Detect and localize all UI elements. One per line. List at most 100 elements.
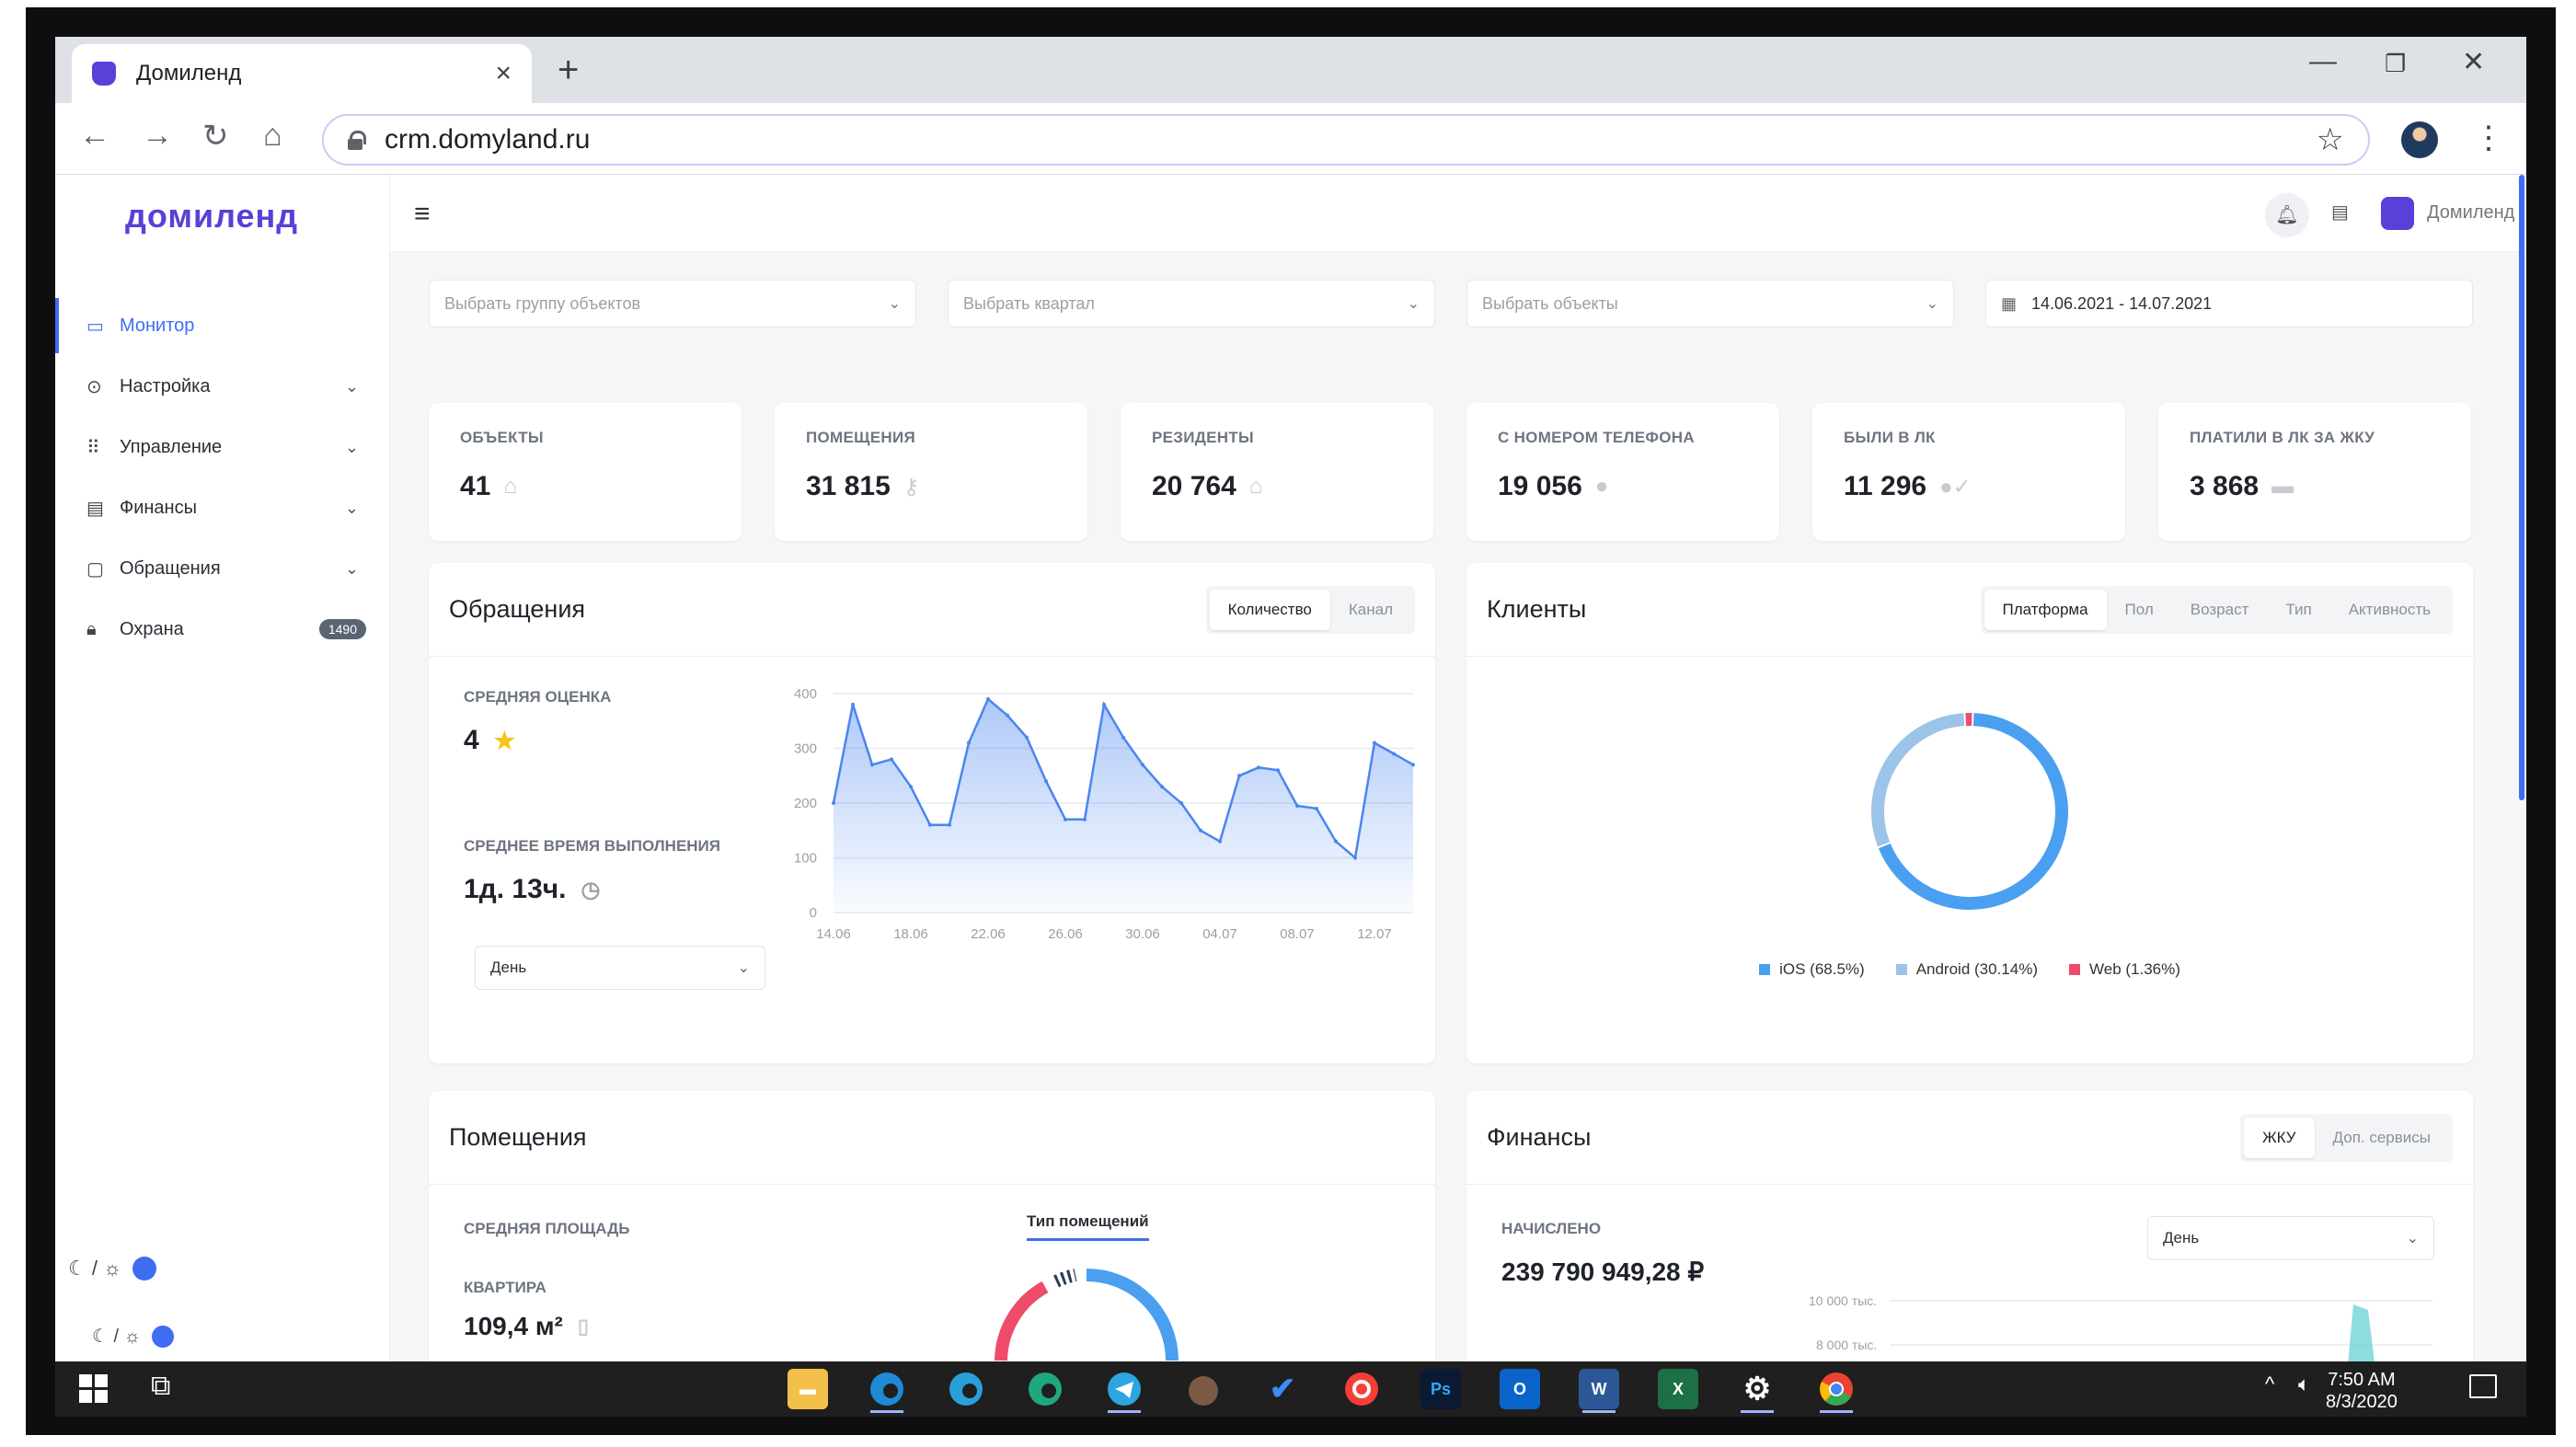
todo-check-icon[interactable]: ✔ <box>1262 1369 1303 1409</box>
taskbar-clock[interactable]: 7:50 AM 8/3/2020 <box>2326 1369 2398 1413</box>
browser-menu-icon[interactable]: ⋮ <box>2473 120 2504 156</box>
data-point[interactable] <box>928 822 932 827</box>
data-point[interactable] <box>1199 828 1202 833</box>
data-point[interactable] <box>890 757 893 762</box>
stat-card-objects[interactable]: Объекты 41 ⌂ <box>429 403 742 541</box>
data-point[interactable] <box>1315 806 1318 810</box>
excel-icon[interactable]: X <box>1658 1369 1698 1409</box>
sidebar-item-requests[interactable]: ▢ Обращения ⌄ <box>55 541 390 596</box>
data-point[interactable] <box>832 801 835 805</box>
tab-count[interactable]: Количество <box>1209 589 1330 630</box>
back-icon[interactable]: ← <box>79 118 110 154</box>
stat-card-premises[interactable]: Помещения 31 815 ⚷ <box>775 403 1087 541</box>
data-point[interactable] <box>1411 763 1415 767</box>
data-point[interactable] <box>851 702 855 706</box>
url-text[interactable]: crm.domyland.ru <box>385 124 2317 155</box>
data-point[interactable] <box>1237 774 1241 778</box>
date-range-picker[interactable]: ▦ 14.06.2021 - 14.07.2021 <box>1985 280 2473 327</box>
chrome-icon[interactable] <box>1816 1369 1857 1413</box>
card-icon[interactable]: ▤ <box>2331 201 2349 224</box>
data-point[interactable] <box>1102 702 1106 706</box>
sidebar-item-management[interactable]: ⠿ Управление ⌄ <box>55 419 390 475</box>
data-point[interactable] <box>1044 779 1048 784</box>
tab-premises-type[interactable]: Тип помещений <box>1027 1212 1149 1241</box>
home-icon[interactable]: ⌂ <box>263 118 282 154</box>
donut-slice-android[interactable] <box>1871 713 1965 847</box>
user-name[interactable]: Домиленд <box>2427 202 2514 224</box>
legend-item-android[interactable]: Android (30.14%) <box>1895 960 2038 979</box>
new-tab-button[interactable]: + <box>558 50 579 91</box>
photoshop-icon[interactable]: Ps <box>1420 1369 1461 1409</box>
edge-icon[interactable] <box>867 1369 907 1413</box>
bookmark-star-icon[interactable]: ☆ <box>2317 121 2344 158</box>
data-point[interactable] <box>1083 817 1087 821</box>
tab-channel[interactable]: Канал <box>1330 590 1411 630</box>
notification-center-icon[interactable] <box>2469 1374 2497 1398</box>
data-point[interactable] <box>1025 735 1029 740</box>
sidebar-item-security[interactable]: 🔒︎ Охрана 1490 <box>55 602 390 657</box>
data-point[interactable] <box>1160 785 1164 789</box>
tab-housing-services[interactable]: ЖКУ <box>2243 1117 2315 1158</box>
finance-period-select[interactable]: День ⌄ <box>2147 1216 2434 1260</box>
object-group-select[interactable]: Выбрать группу объектов ⌄ <box>429 280 916 327</box>
tab-extra-services[interactable]: Доп. сервисы <box>2315 1118 2449 1158</box>
address-bar[interactable]: crm.domyland.ru ☆ <box>322 114 2370 166</box>
tab-gender[interactable]: Пол <box>2107 590 2172 630</box>
data-point[interactable] <box>1373 741 1376 745</box>
tab-type[interactable]: Тип <box>2267 590 2329 630</box>
tab-platform[interactable]: Платформа <box>1984 589 2107 630</box>
data-point[interactable] <box>948 822 951 827</box>
legend-item-ios[interactable]: iOS (68.5%) <box>1759 960 1865 979</box>
objects-select[interactable]: Выбрать объекты ⌄ <box>1466 280 1954 327</box>
stat-card-paid[interactable]: Платили в ЛК за ЖКУ 3 868 ▬ <box>2158 403 2471 541</box>
outlook-icon[interactable]: O <box>1500 1369 1540 1409</box>
profile-avatar[interactable] <box>2401 121 2438 158</box>
tab-age[interactable]: Возраст <box>2172 590 2268 630</box>
theme-switch-knob[interactable] <box>132 1257 157 1280</box>
period-select[interactable]: День ⌄ <box>475 946 765 990</box>
windows-start-button[interactable] <box>79 1374 109 1404</box>
pocket-casts-icon[interactable] <box>1341 1369 1382 1409</box>
data-point[interactable] <box>1295 803 1299 808</box>
volume-icon[interactable]: 🔈︎ <box>2298 1372 2310 1396</box>
sidebar-item-monitor[interactable]: ▭ Монитор <box>55 298 390 353</box>
theme-switch-knob[interactable] <box>151 1325 174 1348</box>
tab-activity[interactable]: Активность <box>2330 590 2449 630</box>
file-explorer-icon[interactable]: ▬ <box>788 1369 828 1409</box>
data-point[interactable] <box>1257 765 1260 770</box>
data-point[interactable] <box>909 785 913 789</box>
app-logo[interactable]: домиленд <box>125 197 298 235</box>
data-point[interactable] <box>1121 735 1125 740</box>
restore-button[interactable]: ❐ <box>2385 50 2406 78</box>
data-point[interactable] <box>1392 752 1396 756</box>
sidebar-item-finance[interactable]: ▤ Финансы ⌄ <box>55 480 390 535</box>
browser-tab[interactable]: Домиленд × <box>72 44 532 103</box>
page-scrollbar[interactable] <box>2519 175 2524 800</box>
sidebar-item-settings[interactable]: ⊙ Настройка ⌄ <box>55 359 390 414</box>
forward-icon[interactable]: → <box>142 118 173 154</box>
data-point[interactable] <box>1006 713 1009 718</box>
stat-card-visited[interactable]: Были в ЛК 11 296 ●✓ <box>1812 403 2125 541</box>
data-point[interactable] <box>1064 817 1067 821</box>
user-avatar[interactable] <box>2381 197 2414 230</box>
legend-item-web[interactable]: Web (1.36%) <box>2069 960 2180 979</box>
data-point[interactable] <box>1141 763 1144 767</box>
close-window-button[interactable]: ✕ <box>2462 46 2485 78</box>
task-view-icon[interactable]: ⧉ <box>151 1371 170 1402</box>
reload-icon[interactable]: ↻ <box>202 118 229 155</box>
word-icon[interactable]: W <box>1579 1369 1619 1413</box>
edge-beta-icon[interactable] <box>946 1369 986 1409</box>
data-point[interactable] <box>986 696 990 701</box>
bell-icon[interactable]: 🔔︎ <box>2265 193 2309 237</box>
edge-dev-icon[interactable] <box>1025 1369 1065 1409</box>
data-point[interactable] <box>1334 839 1338 844</box>
tray-chevron-icon[interactable]: ^ <box>2265 1372 2274 1396</box>
minimize-button[interactable]: — <box>2309 46 2337 77</box>
data-point[interactable] <box>1179 801 1183 805</box>
quarter-select[interactable]: Выбрать квартал ⌄ <box>948 280 1435 327</box>
stat-card-with-phone[interactable]: С номером телефона 19 056 ● <box>1466 403 1779 541</box>
telegram-icon[interactable] <box>1104 1369 1144 1413</box>
settings-gear-icon[interactable]: ⚙ <box>1737 1369 1777 1413</box>
stat-card-residents[interactable]: Резиденты 20 764 ⌂ <box>1121 403 1433 541</box>
theme-toggle[interactable]: ☾ / ☼ <box>68 1257 157 1280</box>
